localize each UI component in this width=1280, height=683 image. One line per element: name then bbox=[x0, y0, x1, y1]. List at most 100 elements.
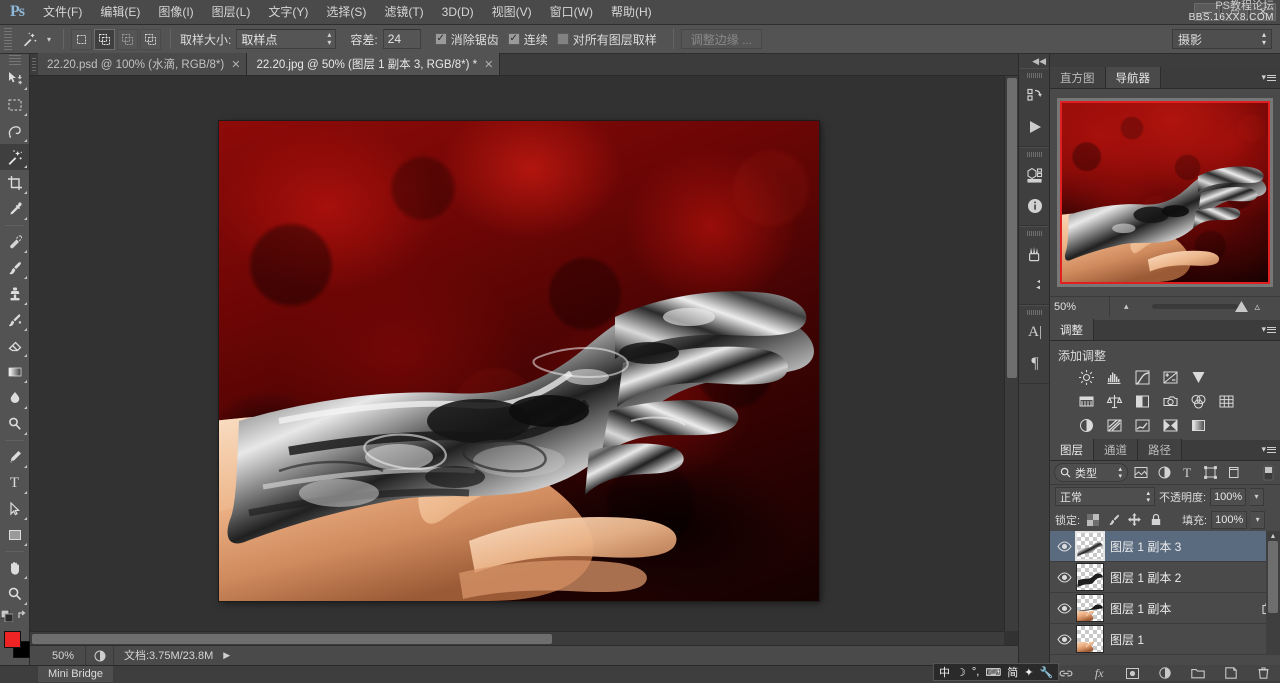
adjustments-panel-menu-icon[interactable]: ▾ bbox=[1261, 324, 1276, 335]
add-mask-icon[interactable] bbox=[1121, 665, 1143, 681]
layer-kind-select[interactable]: 类型 ▴▾ bbox=[1054, 463, 1128, 482]
character-icon[interactable]: A| bbox=[1019, 317, 1051, 348]
layers-scroll-thumb[interactable] bbox=[1268, 541, 1278, 613]
subtract-from-selection-button[interactable] bbox=[117, 29, 138, 50]
new-adjustment-icon[interactable] bbox=[1154, 665, 1176, 681]
clone-stamp-tool[interactable] bbox=[0, 281, 29, 307]
gradient-tool[interactable] bbox=[0, 359, 29, 385]
fill-caret-icon[interactable]: ▾ bbox=[1251, 511, 1265, 529]
adjustment-filter-icon[interactable] bbox=[1154, 463, 1174, 482]
photo-filter-icon[interactable] bbox=[1160, 392, 1181, 411]
lasso-tool[interactable] bbox=[0, 118, 29, 144]
default-colors-icon[interactable] bbox=[1, 610, 13, 622]
layer-thumbnail[interactable] bbox=[1076, 532, 1104, 560]
expand-panels-icon[interactable]: ◀◀ bbox=[1019, 54, 1049, 68]
sample-all-layers-checkbox[interactable]: ✓ 对所有图层取样 bbox=[557, 31, 657, 48]
path-selection-tool[interactable] bbox=[0, 496, 29, 522]
tab-histogram[interactable]: 直方图 bbox=[1050, 67, 1106, 88]
layer-style-fx-icon[interactable]: fx bbox=[1088, 665, 1110, 681]
lock-transparency-icon[interactable] bbox=[1084, 511, 1101, 529]
table-row[interactable]: 图层 1 bbox=[1050, 624, 1280, 655]
magic-wand-tool[interactable] bbox=[0, 144, 29, 170]
dodge-tool[interactable] bbox=[0, 411, 29, 437]
tool-preset-caret-icon[interactable]: ▾ bbox=[42, 28, 56, 50]
close-icon[interactable]: ✕ bbox=[484, 58, 493, 71]
mini-bridge-tab[interactable]: Mini Bridge bbox=[38, 666, 113, 682]
shape-tool[interactable] bbox=[0, 522, 29, 548]
color-lookup-icon[interactable] bbox=[1216, 392, 1237, 411]
brush-presets-icon[interactable] bbox=[1019, 238, 1051, 269]
lock-position-icon[interactable] bbox=[1126, 511, 1143, 529]
canvas-vertical-scroll-thumb[interactable] bbox=[1007, 78, 1017, 378]
layer-visibility-toggle[interactable] bbox=[1052, 624, 1076, 655]
curves-icon[interactable] bbox=[1132, 368, 1153, 387]
minimize-button[interactable]: — bbox=[1194, 3, 1220, 21]
close-icon[interactable]: ✕ bbox=[231, 58, 240, 71]
color-balance-icon[interactable] bbox=[1104, 392, 1125, 411]
type-tool[interactable]: T bbox=[0, 470, 29, 496]
history-brush-tool[interactable] bbox=[0, 307, 29, 333]
status-menu-arrow-icon[interactable]: ▶ bbox=[223, 650, 230, 661]
invert-icon[interactable] bbox=[1076, 416, 1097, 435]
delete-layer-icon[interactable] bbox=[1252, 665, 1274, 681]
tab-navigator[interactable]: 导航器 bbox=[1106, 67, 1162, 88]
smart-object-filter-icon[interactable] bbox=[1223, 463, 1243, 482]
brush-icon[interactable] bbox=[1019, 269, 1051, 300]
vibrance-icon[interactable] bbox=[1188, 368, 1209, 387]
threshold-icon[interactable] bbox=[1132, 416, 1153, 435]
ime-chinese-icon[interactable]: 中 bbox=[937, 664, 952, 680]
layers-panel-menu-icon[interactable]: ▾ bbox=[1261, 444, 1276, 455]
swap-colors-icon[interactable] bbox=[17, 610, 28, 621]
zoom-tool[interactable] bbox=[0, 581, 29, 607]
shape-filter-icon[interactable] bbox=[1200, 463, 1220, 482]
eyedropper-tool[interactable] bbox=[0, 196, 29, 222]
status-zoom-field[interactable]: 50% bbox=[30, 646, 86, 666]
foreground-color-swatch[interactable] bbox=[4, 631, 21, 648]
gradient-map-icon[interactable] bbox=[1188, 416, 1209, 435]
navigator-zoom-field[interactable]: 50% bbox=[1050, 297, 1110, 317]
canvas-horizontal-scrollbar[interactable] bbox=[30, 631, 1004, 645]
navigator-thumbnail[interactable] bbox=[1057, 98, 1273, 287]
canvas-area[interactable] bbox=[30, 76, 1018, 645]
maximize-button[interactable]: ▭ bbox=[1222, 3, 1248, 21]
menu-item-2[interactable]: 图像(I) bbox=[149, 0, 202, 25]
ime-settings-icon[interactable]: 🔧 bbox=[1037, 666, 1055, 679]
opacity-input[interactable]: 100% bbox=[1210, 488, 1246, 506]
brush-tool[interactable] bbox=[0, 255, 29, 281]
exposure-icon[interactable] bbox=[1160, 368, 1181, 387]
tab-layers[interactable]: 图层 bbox=[1050, 439, 1094, 460]
hand-tool[interactable] bbox=[0, 555, 29, 581]
antialias-checkbox[interactable]: ✓ 消除锯齿 bbox=[435, 31, 499, 48]
ime-punctuation-icon[interactable]: °, bbox=[970, 666, 981, 678]
marquee-tool[interactable] bbox=[0, 92, 29, 118]
document-artboard[interactable] bbox=[219, 121, 819, 601]
new-selection-button[interactable] bbox=[71, 29, 92, 50]
menu-item-6[interactable]: 滤镜(T) bbox=[375, 0, 432, 25]
menu-item-4[interactable]: 文字(Y) bbox=[259, 0, 317, 25]
add-to-selection-button[interactable] bbox=[94, 29, 115, 50]
document-tab-jpg[interactable]: 22.20.jpg @ 50% (图层 1 副本 3, RGB/8*) * ✕ bbox=[247, 53, 500, 75]
3d-icon[interactable] bbox=[1019, 159, 1051, 190]
table-row[interactable]: 图层 1 副本 bbox=[1050, 593, 1280, 624]
paragraph-icon[interactable]: ¶ bbox=[1019, 348, 1051, 379]
navigator-panel-menu-icon[interactable]: ▾ bbox=[1261, 72, 1276, 83]
menu-item-10[interactable]: 帮助(H) bbox=[602, 0, 661, 25]
posterize-icon[interactable] bbox=[1104, 416, 1125, 435]
ime-keyboard-icon[interactable]: ⌨ bbox=[983, 666, 1003, 679]
lock-image-icon[interactable] bbox=[1105, 511, 1122, 529]
fill-input[interactable]: 100% bbox=[1211, 511, 1247, 529]
opacity-caret-icon[interactable]: ▾ bbox=[1250, 488, 1264, 506]
channel-mixer-icon[interactable] bbox=[1188, 392, 1209, 411]
zoom-slider-track[interactable] bbox=[1152, 304, 1238, 309]
levels-icon[interactable] bbox=[1104, 368, 1125, 387]
intersect-selection-button[interactable] bbox=[140, 29, 161, 50]
contiguous-checkbox[interactable]: ✓ 连续 bbox=[508, 31, 548, 48]
menu-item-7[interactable]: 3D(D) bbox=[433, 0, 483, 25]
document-tab-psd[interactable]: 22.20.psd @ 100% (水滴, RGB/8*) ✕ bbox=[38, 53, 247, 75]
menu-item-5[interactable]: 选择(S) bbox=[317, 0, 375, 25]
navigator-preview-body[interactable] bbox=[1050, 89, 1280, 296]
table-row[interactable]: 图层 1 副本 2 bbox=[1050, 562, 1280, 593]
type-filter-icon[interactable]: T bbox=[1177, 463, 1197, 482]
layers-scrollbar[interactable]: ▲ bbox=[1266, 531, 1280, 655]
filter-toggle-icon[interactable] bbox=[1261, 463, 1276, 482]
